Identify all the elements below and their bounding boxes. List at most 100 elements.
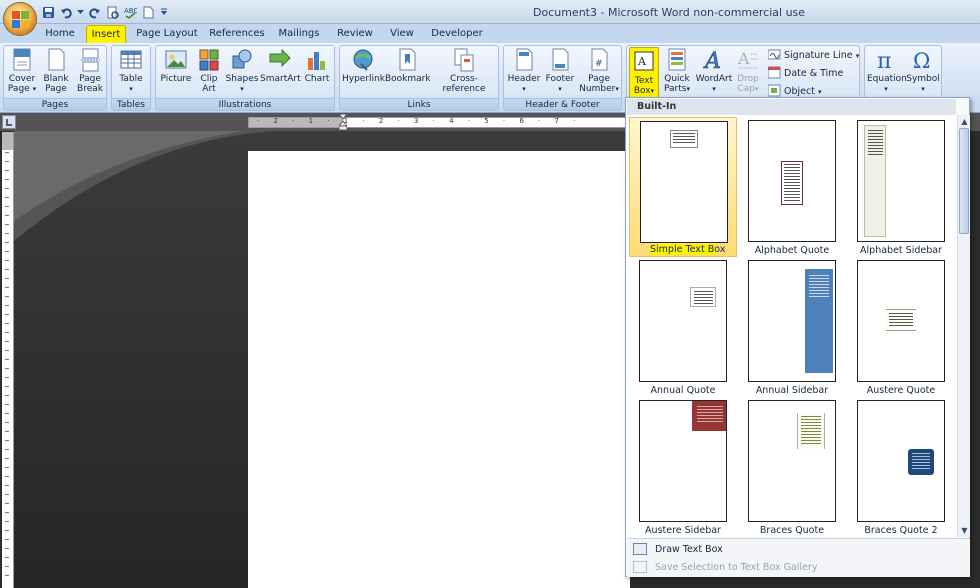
undo-icon[interactable] bbox=[58, 4, 74, 20]
header-label: Header bbox=[507, 74, 541, 84]
thumb-sidebar bbox=[864, 125, 886, 237]
tab-view[interactable]: View bbox=[384, 25, 420, 43]
dropdown-arrow-icon: ▾ bbox=[855, 52, 860, 60]
redo-icon[interactable] bbox=[86, 4, 102, 20]
clip-art-icon bbox=[198, 48, 220, 72]
blank-page-label-2: Page bbox=[45, 84, 67, 94]
gallery-item-braces-quote[interactable]: Braces Quote bbox=[738, 397, 846, 537]
thumb-text-lines bbox=[673, 133, 695, 145]
cross-reference-button[interactable]: Cross-reference bbox=[431, 48, 497, 94]
thumb-text-lines bbox=[784, 164, 800, 202]
gallery-item-annual-sidebar[interactable]: Annual Sidebar bbox=[738, 257, 846, 397]
page-break-button[interactable]: Page Break bbox=[74, 48, 106, 94]
dropdown-arrow-icon: ▾ bbox=[32, 85, 37, 93]
table-button[interactable]: Table ▾ bbox=[114, 48, 148, 94]
footer-button[interactable]: Footer ▾ bbox=[542, 48, 578, 94]
vertical-ruler[interactable] bbox=[2, 132, 14, 588]
date-time-button[interactable]: Date & Time bbox=[767, 66, 843, 82]
equation-button[interactable]: π Equation ▾ bbox=[867, 48, 907, 94]
picture-button[interactable]: Picture bbox=[158, 48, 194, 84]
thumb-textbox bbox=[670, 130, 698, 148]
hyperlink-button[interactable]: Hyperlink bbox=[342, 48, 385, 84]
smartart-button[interactable]: SmartArt bbox=[260, 48, 301, 84]
thumbnail-austere-quote bbox=[857, 260, 945, 382]
text-box-line2: Box bbox=[633, 86, 651, 96]
blank-page-icon bbox=[45, 48, 67, 72]
text-box-button[interactable]: A Text Box▾ bbox=[629, 47, 659, 99]
thumb-quote-box bbox=[690, 287, 716, 307]
document-area[interactable] bbox=[14, 131, 630, 588]
gallery-scrollbar[interactable]: ▲ ▼ bbox=[957, 115, 970, 537]
clip-art-button[interactable]: Clip Art bbox=[196, 48, 222, 94]
gallery-item-alphabet-sidebar[interactable]: Alphabet Sidebar bbox=[847, 117, 955, 257]
page-number-label: Page bbox=[588, 74, 610, 84]
print-preview-icon[interactable] bbox=[104, 4, 120, 20]
chart-button[interactable]: Chart bbox=[302, 48, 332, 84]
new-document-icon[interactable] bbox=[140, 4, 156, 20]
thumb-sidebar bbox=[805, 269, 833, 373]
thumb-quote-box bbox=[797, 413, 825, 449]
window-title: Document3 - Microsoft Word non-commercia… bbox=[533, 6, 806, 19]
symbol-button[interactable]: Ω Symbol ▾ bbox=[905, 48, 941, 94]
cover-page-button[interactable]: Cover Page ▾ bbox=[6, 48, 38, 94]
bookmark-button[interactable]: Bookmark bbox=[385, 48, 431, 84]
indent-marker-icon[interactable] bbox=[337, 113, 349, 131]
tab-mailings[interactable]: Mailings bbox=[274, 25, 324, 43]
gallery-item-simple-text-box[interactable]: Simple Text Box bbox=[629, 117, 737, 257]
thumb-quote-box bbox=[781, 161, 803, 205]
tab-references[interactable]: References bbox=[207, 25, 267, 43]
group-tables: Table ▾ Tables bbox=[111, 45, 151, 111]
tab-developer[interactable]: Developer bbox=[428, 25, 486, 43]
quick-parts-button[interactable]: Quick Parts▾ bbox=[661, 48, 693, 94]
gallery-item-austere-sidebar[interactable]: Austere Sidebar bbox=[629, 397, 737, 537]
horizontal-ruler[interactable]: · 2 · 1 · 1 · 2 · 3 · 4 · 5 · 6 · 7 · bbox=[248, 113, 630, 131]
gallery-item-annual-quote[interactable]: Annual Quote bbox=[629, 257, 737, 397]
object-icon bbox=[767, 84, 781, 97]
gallery-item-alphabet-quote[interactable]: Alphabet Quote bbox=[738, 117, 846, 257]
gallery-item-austere-quote[interactable]: Austere Quote bbox=[847, 257, 955, 397]
tab-insert[interactable]: Insert bbox=[86, 25, 126, 43]
spelling-icon[interactable]: ABC bbox=[122, 4, 138, 20]
scroll-down-icon[interactable]: ▼ bbox=[960, 526, 969, 535]
header-icon bbox=[513, 48, 535, 72]
cover-page-label-2: Page ▾ bbox=[6, 84, 38, 94]
header-button[interactable]: Header ▾ bbox=[506, 48, 542, 94]
chevron-down-icon[interactable] bbox=[76, 4, 84, 20]
thumb-text-lines bbox=[694, 291, 713, 304]
gallery-item-label: Annual Sidebar bbox=[755, 385, 829, 396]
gallery-menu: Draw Text Box Save Selection to Text Box… bbox=[627, 538, 970, 577]
picture-icon bbox=[165, 48, 187, 72]
draw-text-box-menu-item[interactable]: Draw Text Box bbox=[631, 541, 723, 558]
wordart-label: WordArt bbox=[695, 74, 733, 84]
signature-line-button[interactable]: Signature Line ▾ bbox=[767, 48, 860, 64]
document-page[interactable] bbox=[248, 151, 630, 588]
page-number-button[interactable]: # Page Number▾ bbox=[578, 48, 620, 94]
gallery-item-label: Annual Quote bbox=[650, 385, 716, 396]
dropdown-arrow-icon: ▾ bbox=[884, 85, 888, 93]
save-icon[interactable] bbox=[40, 4, 56, 20]
tab-home[interactable]: Home bbox=[40, 25, 80, 43]
tab-review[interactable]: Review bbox=[333, 25, 377, 43]
shapes-button[interactable]: Shapes ▾ bbox=[224, 48, 260, 94]
page-number-label-2: Number▾ bbox=[578, 84, 620, 94]
scroll-up-icon[interactable]: ▲ bbox=[960, 117, 969, 126]
tab-page-layout[interactable]: Page Layout bbox=[136, 25, 198, 43]
customize-qat-icon[interactable] bbox=[158, 4, 170, 20]
symbol-label: Symbol bbox=[906, 74, 940, 84]
text-box-label: Text bbox=[634, 76, 654, 86]
gallery-item-braces-quote-2[interactable]: Braces Quote 2 bbox=[847, 397, 955, 537]
text-box-icon: A bbox=[633, 50, 655, 74]
tab-selector-button[interactable] bbox=[2, 115, 16, 129]
blank-page-button[interactable]: Blank Page bbox=[40, 48, 72, 94]
office-button[interactable] bbox=[3, 2, 37, 36]
scrollbar-thumb[interactable] bbox=[959, 128, 969, 234]
group-tables-label: Tables bbox=[112, 98, 150, 110]
dropdown-arrow-icon: ▾ bbox=[615, 85, 619, 93]
drop-cap-button[interactable]: A Drop Cap▾ bbox=[734, 48, 762, 94]
table-icon bbox=[120, 48, 142, 72]
thumbnail-austere-sidebar bbox=[639, 400, 727, 522]
wordart-icon: A bbox=[703, 48, 725, 75]
wordart-button[interactable]: A WordArt ▾ bbox=[695, 48, 733, 94]
save-selection-menu-item[interactable]: Save Selection to Text Box Gallery bbox=[631, 559, 817, 576]
group-header-footer-label: Header & Footer bbox=[504, 98, 621, 110]
